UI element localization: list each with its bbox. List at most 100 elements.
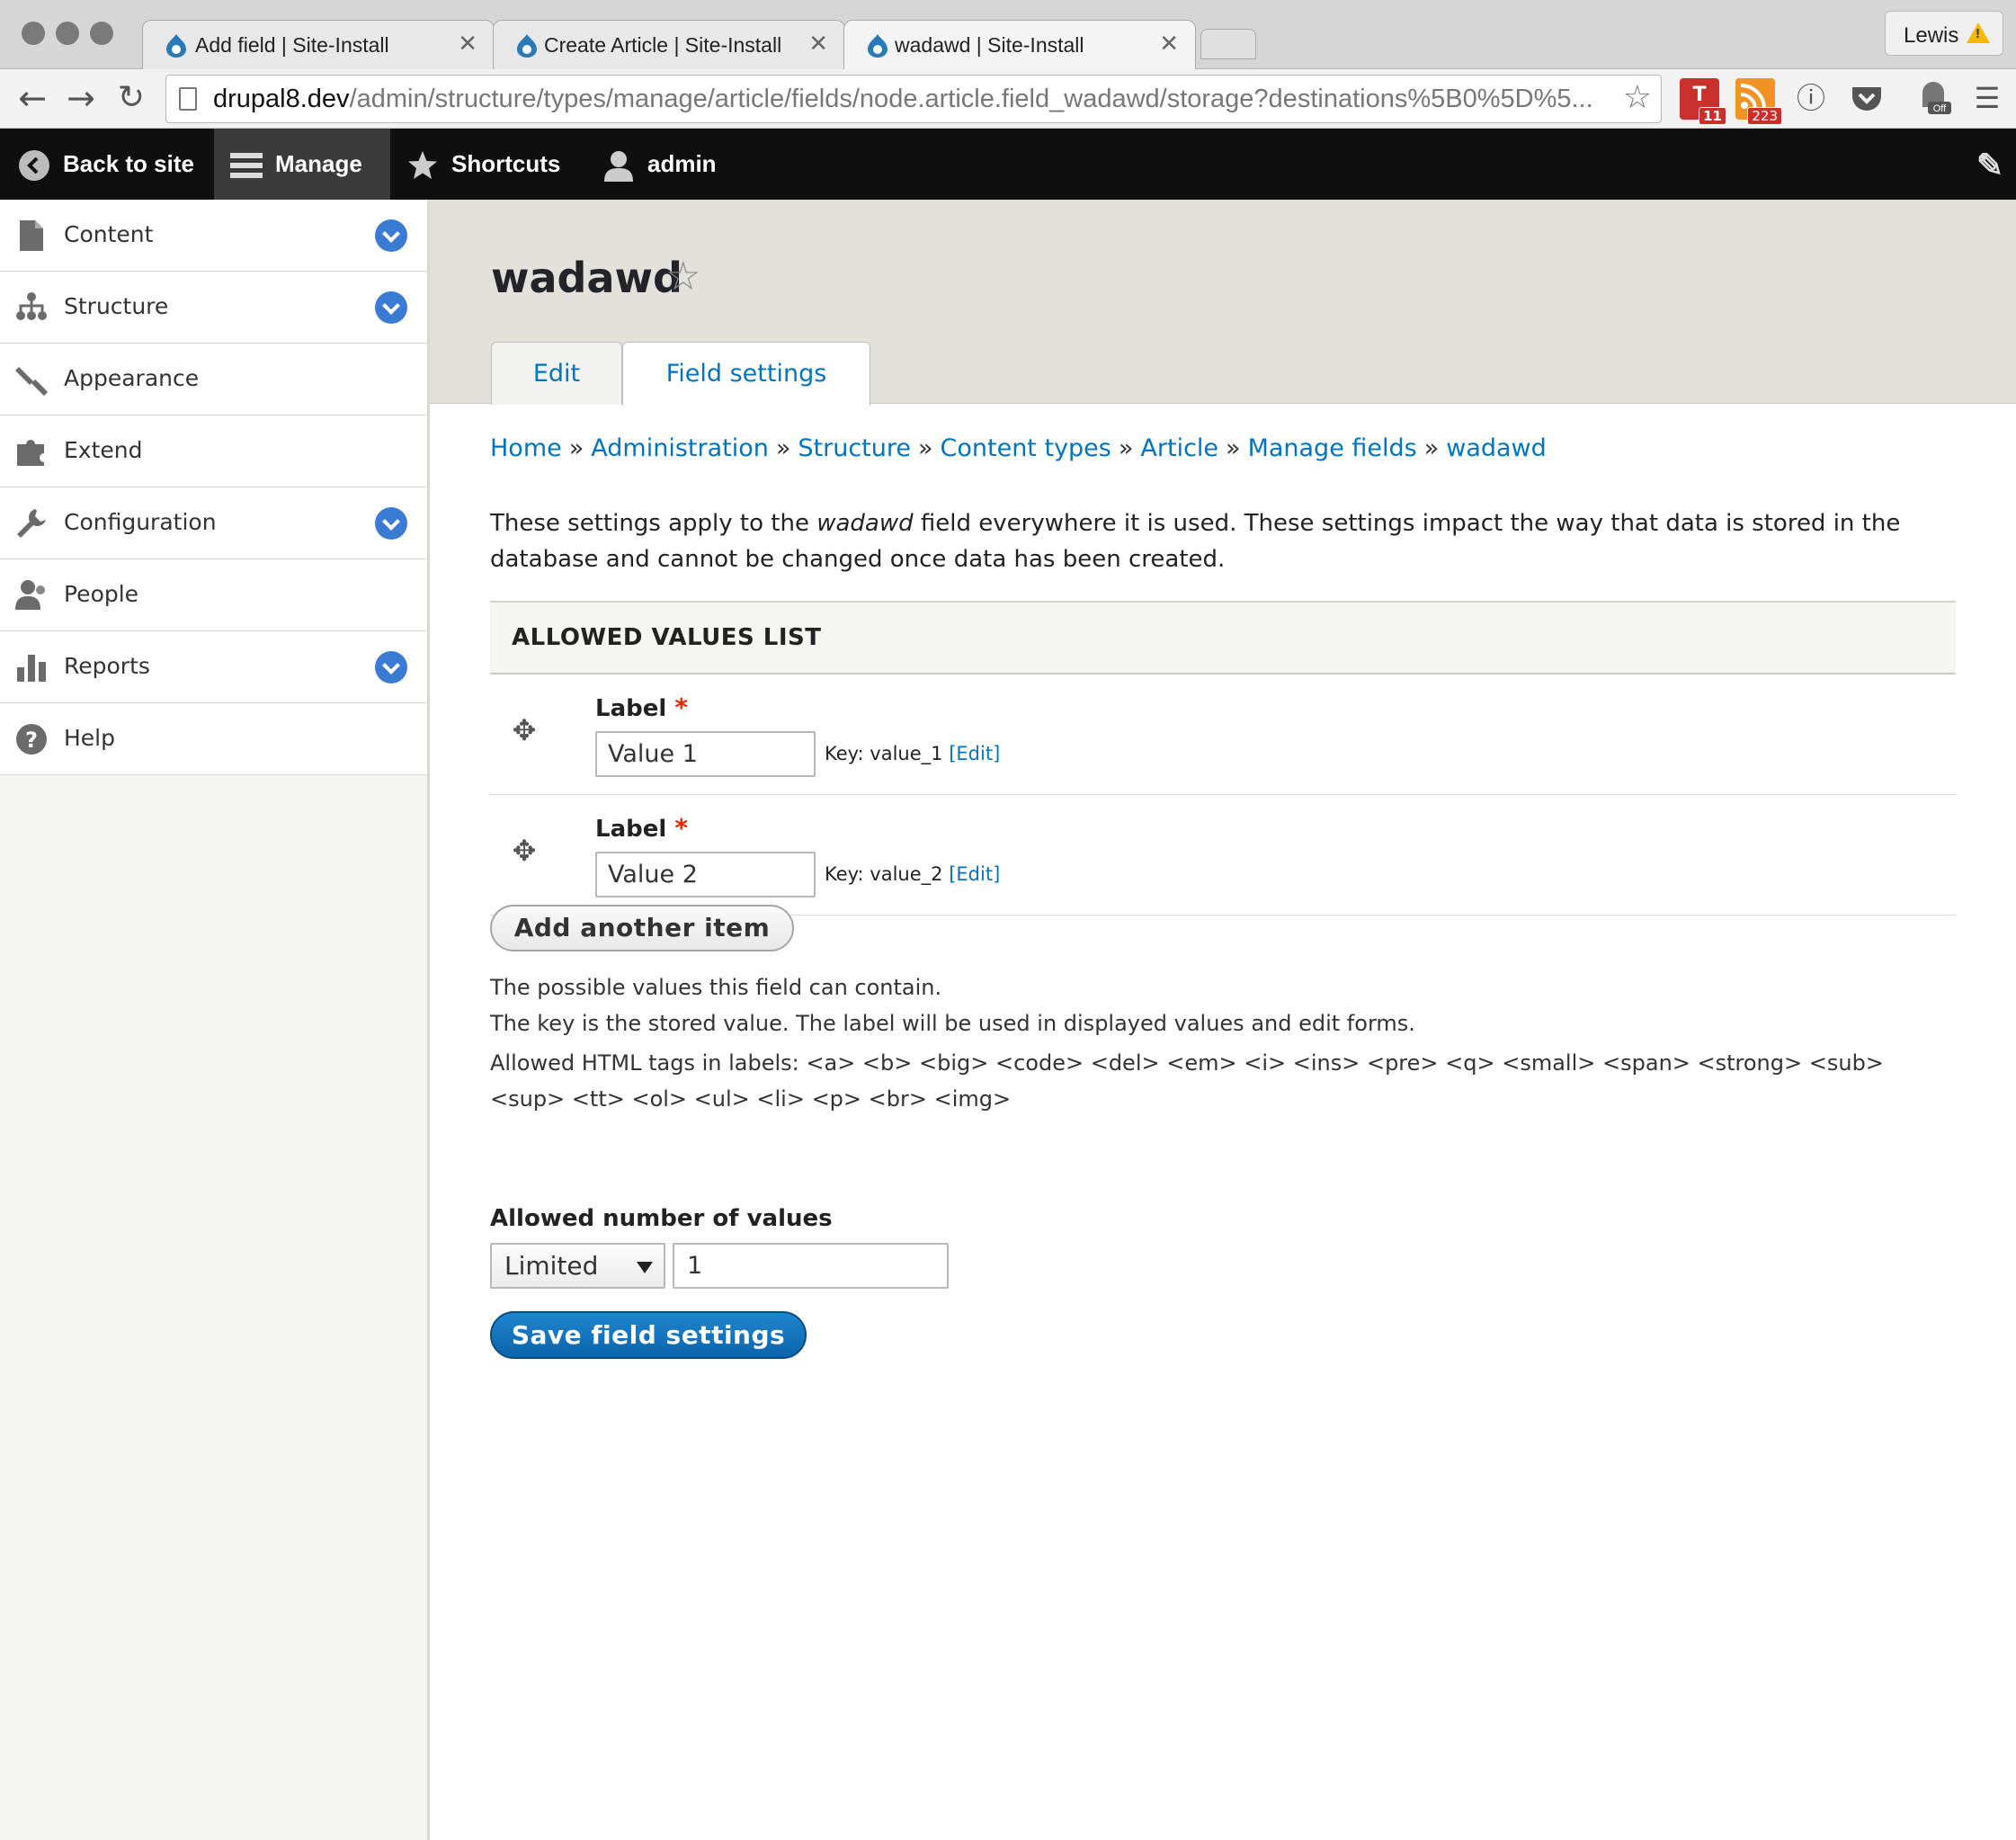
tab-close-icon[interactable]: ✕	[458, 30, 477, 58]
manage-tray-toggle[interactable]: Manage	[214, 129, 390, 200]
allowed-value-row: ✥ Label * Key: value_2 [Edit]	[490, 795, 1956, 916]
sidebar-item-content[interactable]: Content	[0, 200, 427, 272]
ghostery-extension-icon[interactable]: Off	[1915, 80, 1951, 116]
browser-toolbar: ← → ↻ drupal8.dev/admin/structure/types/…	[0, 69, 2016, 129]
drupal-favicon-icon	[868, 34, 888, 58]
sidebar-item-extend[interactable]: Extend	[0, 415, 427, 487]
tab-title: Create Article | Site-Install	[544, 33, 782, 57]
tab-field-settings[interactable]: Field settings	[622, 342, 870, 406]
sidebar-item-configuration[interactable]: Configuration	[0, 487, 427, 559]
todoist-extension-icon[interactable]: T 11	[1680, 78, 1726, 125]
add-another-item-button[interactable]: Add another item	[490, 905, 794, 951]
browser-tab-wadawd[interactable]: wadawd | Site-Install ✕	[843, 20, 1196, 70]
user-label: admin	[647, 150, 717, 177]
breadcrumb-link-manage-fields[interactable]: Manage fields	[1248, 434, 1417, 462]
user-tray-toggle[interactable]: admin	[602, 129, 717, 200]
allowed-values-legend: ALLOWED VALUES LIST	[490, 601, 1956, 674]
sidebar-item-label: Extend	[64, 437, 143, 463]
chevron-down-icon[interactable]	[375, 219, 407, 252]
back-to-site-label: Back to site	[63, 150, 194, 177]
breadcrumb-link-content-types[interactable]: Content types	[941, 434, 1111, 462]
browser-tab-create-article[interactable]: Create Article | Site-Install ✕	[493, 20, 845, 69]
shortcut-star-icon[interactable]: ☆	[665, 254, 700, 299]
drag-handle-icon[interactable]: ✥	[510, 716, 539, 745]
key-edit-link[interactable]: [Edit]	[949, 863, 1000, 885]
window-minimize-dot[interactable]	[56, 22, 79, 45]
reload-icon[interactable]: ↻	[110, 76, 153, 120]
sidebar-item-structure[interactable]: Structure	[0, 272, 427, 344]
bookmark-star-icon[interactable]: ☆	[1623, 79, 1652, 116]
tab-close-icon[interactable]: ✕	[1159, 30, 1179, 58]
sidebar-item-label: Appearance	[64, 365, 200, 391]
cardinality-label: Allowed number of values	[490, 1205, 833, 1232]
value-label-input[interactable]	[595, 731, 816, 777]
field-storage-intro: These settings apply to the wadawd field…	[490, 510, 1901, 573]
breadcrumb-link-wadawd[interactable]: wadawd	[1446, 434, 1547, 462]
manage-label: Manage	[275, 150, 362, 177]
required-marker: *	[674, 813, 688, 843]
allowed-html-tags: Allowed HTML tags in labels: <a> <b> <bi…	[490, 1050, 1884, 1112]
ghost-icon: Off	[1922, 82, 1951, 114]
forward-arrow-icon[interactable]: →	[59, 76, 103, 120]
admin-sidebar: Content Structure Appearance Extend Conf…	[0, 200, 430, 1840]
onepassword-extension-icon[interactable]: ⓘ	[1793, 80, 1829, 116]
tab-title: wadawd | Site-Install	[895, 33, 1084, 57]
tab-close-icon[interactable]: ✕	[808, 30, 828, 58]
tab-title: Add field | Site-Install	[195, 33, 389, 57]
tab-edit[interactable]: Edit	[491, 342, 622, 405]
sidebar-item-label: People	[64, 581, 139, 607]
star-icon	[408, 151, 437, 180]
breadcrumb-link-structure[interactable]: Structure	[798, 434, 911, 462]
pocket-extension-icon[interactable]	[1849, 80, 1885, 116]
browser-tab-add-field[interactable]: Add field | Site-Install ✕	[142, 20, 495, 69]
sidebar-item-reports[interactable]: Reports	[0, 631, 427, 703]
profile-name: Lewis	[1904, 23, 1959, 48]
breadcrumb-link-home[interactable]: Home	[490, 434, 562, 462]
shortcuts-tray-toggle[interactable]: Shortcuts	[406, 129, 560, 200]
value-label-input[interactable]	[595, 852, 816, 898]
rss-extension-icon[interactable]: 223	[1735, 78, 1782, 125]
file-icon	[14, 219, 49, 252]
key-edit-link[interactable]: [Edit]	[949, 743, 1000, 764]
page-title: wadawd	[491, 254, 682, 302]
chevron-down-icon[interactable]	[375, 651, 407, 683]
chevron-down-icon[interactable]	[375, 507, 407, 540]
sidebar-item-label: Structure	[64, 293, 169, 319]
new-tab-button[interactable]	[1200, 29, 1256, 59]
url-text: drupal8.dev/admin/structure/types/manage…	[213, 85, 1593, 113]
breadcrumb-link-administration[interactable]: Administration	[591, 434, 769, 462]
sidebar-item-label: Reports	[64, 653, 150, 679]
sidebar-item-help[interactable]: ? Help	[0, 703, 427, 775]
window-zoom-dot[interactable]	[90, 22, 113, 45]
people-icon	[14, 579, 49, 612]
drag-handle-icon[interactable]: ✥	[510, 836, 539, 865]
drupal-favicon-icon	[517, 34, 537, 58]
back-to-site-link[interactable]: Back to site	[18, 129, 194, 200]
machine-key: Key: value_2 [Edit]	[825, 863, 1001, 885]
puzzle-icon	[14, 435, 49, 468]
sidebar-item-appearance[interactable]: Appearance	[0, 344, 427, 415]
window-close-dot[interactable]	[22, 22, 45, 45]
sidebar-item-label: Content	[64, 221, 154, 247]
hamburger-icon	[230, 153, 263, 179]
pencil-icon[interactable]: ✎	[1976, 147, 2003, 184]
back-arrow-icon[interactable]: ←	[11, 76, 54, 120]
wrench-icon	[14, 507, 49, 540]
sitemap-icon	[14, 291, 49, 324]
pocket-icon	[1852, 87, 1881, 111]
address-bar[interactable]: drupal8.dev/admin/structure/types/manage…	[165, 75, 1662, 123]
breadcrumb-link-article[interactable]: Article	[1140, 434, 1218, 462]
browser-tab-bar: Add field | Site-Install ✕ Create Articl…	[0, 0, 2016, 70]
cardinality-number-input[interactable]	[673, 1243, 949, 1289]
profile-button[interactable]: Lewis	[1885, 11, 2003, 56]
sidebar-item-label: Configuration	[64, 509, 217, 535]
brush-icon	[14, 363, 49, 397]
cardinality-select[interactable]: Limited	[490, 1243, 665, 1289]
save-field-settings-button[interactable]: Save field settings	[490, 1311, 807, 1359]
label-caption: Label *	[595, 692, 688, 722]
browser-menu-icon[interactable]: ☰	[1969, 80, 2005, 116]
required-marker: *	[674, 692, 688, 722]
sidebar-item-people[interactable]: People	[0, 559, 427, 631]
chevron-down-icon[interactable]	[375, 291, 407, 324]
admin-toolbar: Back to site Manage Shortcuts admin ✎	[0, 129, 2016, 200]
